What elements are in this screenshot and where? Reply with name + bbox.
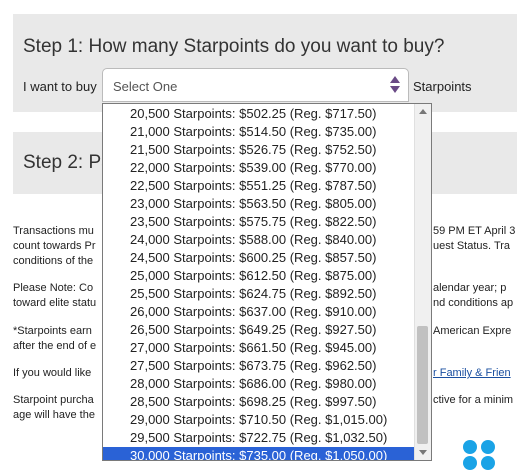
chat-bubble-dots-icon[interactable] <box>461 436 501 470</box>
step1-panel: Step 1: How many Starpoints do you want … <box>13 14 517 112</box>
buy-label: I want to buy <box>23 79 97 94</box>
dropdown-option[interactable]: 23,500 Starpoints: $575.75 (Reg. $822.50… <box>103 213 415 231</box>
paragraph-line: after the end of e <box>13 340 97 352</box>
dropdown-option[interactable]: 27,000 Starpoints: $661.50 (Reg. $945.00… <box>103 339 415 357</box>
paragraph-right-3: American Expre <box>433 324 511 339</box>
paragraph-right-5: ctive for a minim <box>433 393 513 408</box>
paragraph-line: nd conditions ap <box>433 297 514 309</box>
dropdown-option[interactable]: 30,000 Starpoints: $735.00 (Reg. $1,050.… <box>103 447 415 460</box>
dropdown-option[interactable]: 23,000 Starpoints: $563.50 (Reg. $805.00… <box>103 195 415 213</box>
paragraph-line: toward elite statu <box>13 297 97 309</box>
step1-title: Step 1: How many Starpoints do you want … <box>23 36 445 57</box>
starpoints-select[interactable]: Select One <box>102 68 409 102</box>
dropdown-option[interactable]: 20,500 Starpoints: $502.25 (Reg. $717.50… <box>103 105 415 123</box>
paragraph-please-note: Please Note: Co toward elite statu <box>13 281 96 311</box>
dropdown-option[interactable]: 21,000 Starpoints: $514.50 (Reg. $735.00… <box>103 123 415 141</box>
family-friends-link[interactable]: r Family & Frien <box>433 367 511 379</box>
paragraph-starpoint-purchase: Starpoint purcha age will have the <box>13 393 95 423</box>
paragraph-line: uest Status. Tra <box>433 240 511 252</box>
paragraph-right-2: alendar year; p nd conditions ap <box>433 281 513 311</box>
dropdown-option[interactable]: 22,000 Starpoints: $539.00 (Reg. $770.00… <box>103 159 415 177</box>
dropdown-option[interactable]: 24,000 Starpoints: $588.00 (Reg. $840.00… <box>103 231 415 249</box>
step2-title: Step 2: Pa <box>23 152 112 173</box>
paragraph-line: 59 PM ET April 3 <box>433 225 516 237</box>
paragraph-line: count towards Pr <box>13 240 96 252</box>
dropdown-option[interactable]: 28,000 Starpoints: $686.00 (Reg. $980.00… <box>103 375 415 393</box>
dropdown-option[interactable]: 29,500 Starpoints: $722.75 (Reg. $1,032.… <box>103 429 415 447</box>
select-value: Select One <box>113 79 178 94</box>
paragraph-transactions: Transactions mu count towards Pr conditi… <box>13 224 96 269</box>
units-label: Starpoints <box>413 79 472 94</box>
paragraph-line: alendar year; p <box>433 282 507 294</box>
dropdown-option[interactable]: 28,500 Starpoints: $698.25 (Reg. $997.50… <box>103 393 415 411</box>
dropdown-option[interactable]: 22,500 Starpoints: $551.25 (Reg. $787.50… <box>103 177 415 195</box>
dropdown-option[interactable]: 25,000 Starpoints: $612.50 (Reg. $875.00… <box>103 267 415 285</box>
paragraph-line: Starpoint purcha <box>13 394 94 406</box>
paragraph-if-you-would: If you would like <box>13 366 91 381</box>
paragraph-starpoints-earned: *Starpoints earn after the end of e <box>13 324 96 354</box>
paragraph-line: If you would like <box>13 367 92 379</box>
dropdown-option[interactable]: 21,500 Starpoints: $526.75 (Reg. $752.50… <box>103 141 415 159</box>
scroll-down-arrow-icon[interactable] <box>419 450 427 455</box>
dropdown-option[interactable]: 29,000 Starpoints: $710.50 (Reg. $1,015.… <box>103 411 415 429</box>
dropdown-option[interactable]: 25,500 Starpoints: $624.75 (Reg. $892.50… <box>103 285 415 303</box>
paragraph-line: age will have the <box>13 409 95 421</box>
paragraph-line: ctive for a minim <box>433 394 514 406</box>
dropdown-scrollbar[interactable] <box>414 104 431 460</box>
starpoints-dropdown-list[interactable]: 20,500 Starpoints: $502.25 (Reg. $717.50… <box>102 103 432 461</box>
paragraph-line: Please Note: Co <box>13 282 94 294</box>
paragraph-line: Transactions mu <box>13 225 94 237</box>
scroll-up-arrow-icon[interactable] <box>419 109 427 114</box>
dropdown-option[interactable]: 27,500 Starpoints: $673.75 (Reg. $962.50… <box>103 357 415 375</box>
dropdown-option[interactable]: 26,000 Starpoints: $637.00 (Reg. $910.00… <box>103 303 415 321</box>
scroll-thumb[interactable] <box>417 326 428 444</box>
paragraph-line: conditions of the <box>13 255 94 267</box>
paragraph-right-1: 59 PM ET April 3 uest Status. Tra <box>433 224 515 254</box>
select-arrows-icon <box>389 76 401 96</box>
paragraph-right-4: r Family & Frien <box>433 366 511 381</box>
paragraph-line: *Starpoints earn <box>13 325 92 337</box>
paragraph-line: American Expre <box>433 325 512 337</box>
dropdown-option[interactable]: 26,500 Starpoints: $649.25 (Reg. $927.50… <box>103 321 415 339</box>
dropdown-option[interactable]: 24,500 Starpoints: $600.25 (Reg. $857.50… <box>103 249 415 267</box>
